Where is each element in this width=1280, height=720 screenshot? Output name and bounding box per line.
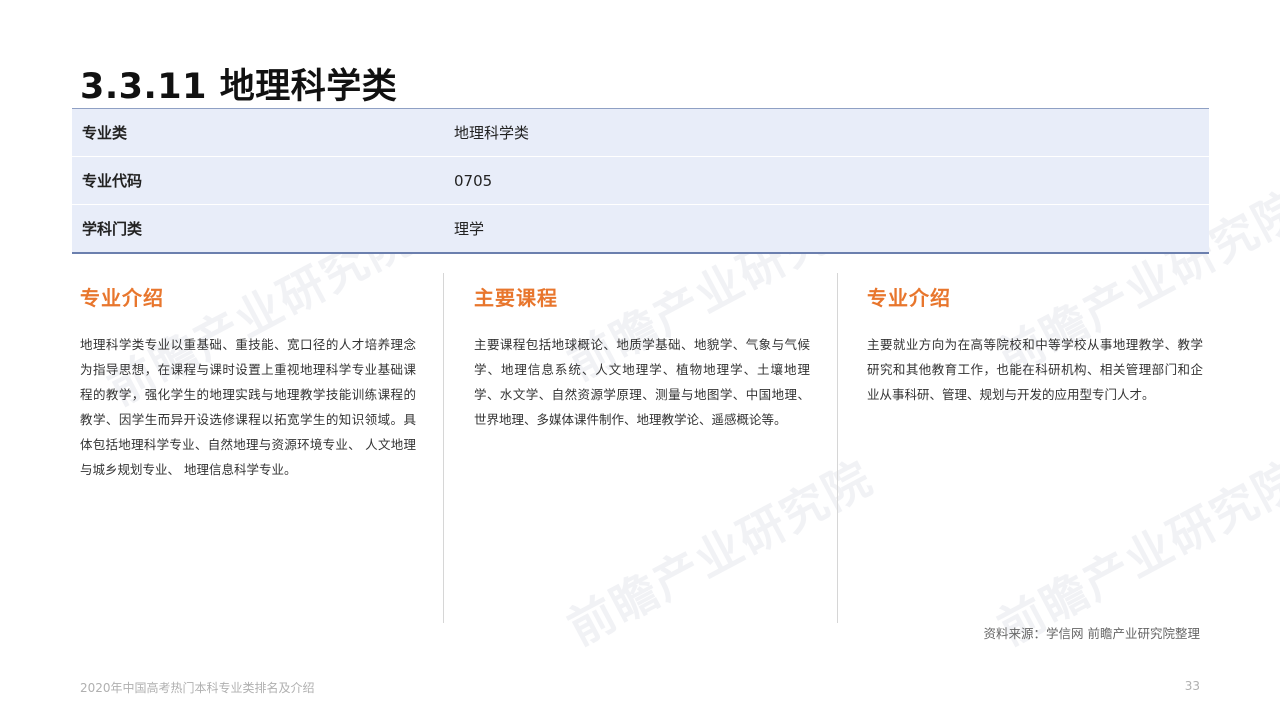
data-source-note: 资料来源：学信网 前瞻产业研究院整理 xyxy=(983,626,1200,641)
page-number: 33 xyxy=(1184,679,1200,693)
footer-doc-title: 2020年中国高考热门本科专业类排名及介绍 xyxy=(80,681,315,695)
slide-page: 前瞻产业研究院 前瞻产业研究院 前瞻产业研究院 前瞻产业研究院 前瞻产业研究院 … xyxy=(0,0,1280,720)
column-heading: 专业介绍 xyxy=(867,286,951,310)
column-heading: 专业介绍 xyxy=(80,286,164,310)
column-career: 专业介绍 主要就业方向为在高等院校和中等学校从事地理教学、教学研究和其他教育工作… xyxy=(867,282,1203,407)
column-courses: 主要课程 主要课程包括地球概论、地质学基础、地貌学、气象与气候学、地理信息系统、… xyxy=(474,282,810,432)
column-intro: 专业介绍 地理科学类专业以重基础、重技能、宽口径的人才培养理念为指导思想，在课程… xyxy=(80,282,416,482)
info-value: 地理科学类 xyxy=(454,124,530,142)
info-value: 0705 xyxy=(454,171,493,190)
info-key: 专业类 xyxy=(82,124,128,142)
column-body: 主要就业方向为在高等院校和中等学校从事地理教学、教学研究和其他教育工作，也能在科… xyxy=(867,337,1203,402)
info-key: 专业代码 xyxy=(82,172,143,190)
info-row-code: 专业代码 0705 xyxy=(72,157,1209,205)
column-body: 主要课程包括地球概论、地质学基础、地貌学、气象与气候学、地理信息系统、人文地理学… xyxy=(474,337,810,427)
info-row-category: 专业类 地理科学类 xyxy=(72,109,1209,157)
info-key: 学科门类 xyxy=(82,220,143,238)
column-heading: 主要课程 xyxy=(474,286,558,310)
major-info-table: 专业类 地理科学类 专业代码 0705 学科门类 理学 xyxy=(72,108,1209,254)
column-divider xyxy=(443,273,444,623)
watermark-logo: 前瞻产业研究院 xyxy=(559,450,882,656)
info-row-discipline: 学科门类 理学 xyxy=(72,205,1209,252)
page-title: 3.3.11 地理科学类 xyxy=(80,67,398,107)
column-divider xyxy=(837,273,838,623)
info-value: 理学 xyxy=(454,220,485,238)
column-body: 地理科学类专业以重基础、重技能、宽口径的人才培养理念为指导思想，在课程与课时设置… xyxy=(80,337,416,477)
